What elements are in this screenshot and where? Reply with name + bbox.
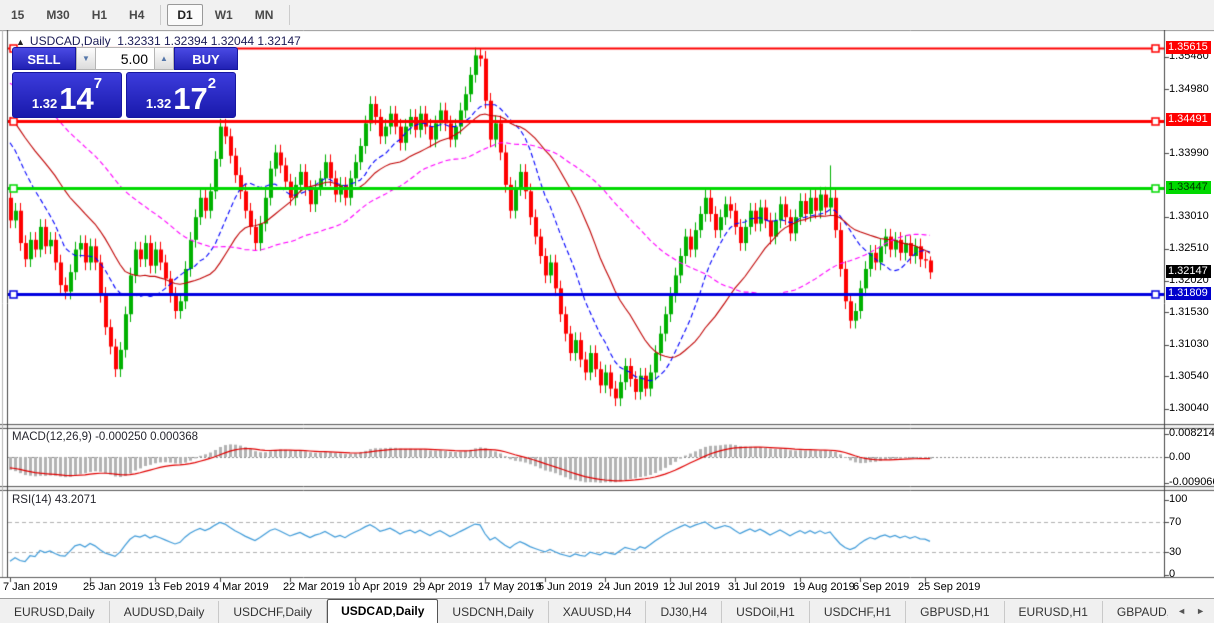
price-tick-label: 1.31530 [1169,306,1209,318]
date-label: 12 Jul 2019 [663,581,720,593]
toolbar-separator [160,5,161,25]
date-label: 17 May 2019 [478,581,542,593]
date-label: 10 Apr 2019 [348,581,407,593]
timeframe-button-mn[interactable]: MN [245,4,284,26]
tab-usdchf-h1[interactable]: USDCHF,H1 [810,601,906,623]
one-click-trade-panel: SELL ▼ ▲ BUY 1.32147 1.32172 [12,47,236,118]
buy-price-pips: 17 [173,84,207,114]
rsi-axis-label: 70 [1169,516,1181,528]
date-label: 5 Jun 2019 [538,581,592,593]
date-label: 31 Jul 2019 [728,581,785,593]
volume-input[interactable] [96,47,154,70]
timeframe-toolbar: 15M30H1H4 D1W1MN [0,0,1214,31]
toolbar-separator [289,5,290,25]
date-label: 6 Sep 2019 [853,581,909,593]
timeframe-button-m30[interactable]: M30 [36,4,79,26]
timeframe-button-h1[interactable]: H1 [82,4,117,26]
price-tick-label: 1.33010 [1169,210,1209,222]
sell-price-prefix: 1.32 [32,94,57,114]
price-tick-label: 1.34980 [1169,83,1209,95]
volume-decrease-button[interactable]: ▼ [76,47,96,70]
buy-price-tile[interactable]: 1.32172 [126,72,236,118]
macd-axis-label: 0.00 [1169,451,1190,463]
chart-symbol-label: USDCAD,Daily [30,34,111,48]
chart-window: ▲ USDCAD,Daily 1.32331 1.32394 1.32044 1.… [0,30,1214,598]
tab-scroll-controls: ◄ ► [1168,599,1214,623]
macd-indicator-label: MACD(12,26,9) -0.000250 0.000368 [12,431,198,443]
timeframe-button-h4[interactable]: H4 [119,4,154,26]
date-label: 7 Jan 2019 [3,581,57,593]
price-tick-label: 1.31030 [1169,338,1209,350]
price-marker-label: 1.33447 [1166,181,1211,194]
tab-usdcnh-daily[interactable]: USDCNH,Daily [438,601,548,623]
buy-price-prefix: 1.32 [146,94,171,114]
date-label: 25 Jan 2019 [83,581,144,593]
price-tick-label: 1.32510 [1169,242,1209,254]
trading-terminal-window: 15M30H1H4 D1W1MN ▲ USDCAD,Daily 1.32331 1.… [0,0,1214,623]
sell-price-pips: 14 [59,84,93,114]
buy-price-point: 2 [208,77,216,91]
price-marker-label: 1.34491 [1166,113,1211,126]
date-label: 25 Sep 2019 [918,581,980,593]
tab-dj30-h4[interactable]: DJ30,H4 [646,601,722,623]
volume-increase-button[interactable]: ▲ [154,47,174,70]
tab-scroll-right-icon[interactable]: ► [1191,603,1210,619]
tab-audusd-daily[interactable]: AUDUSD,Daily [110,601,220,623]
macd-axis-label: 0.008214 [1169,427,1214,439]
date-label: 4 Mar 2019 [213,581,269,593]
tab-eurusd-h1[interactable]: EURUSD,H1 [1005,601,1103,623]
sell-button[interactable]: SELL [12,47,76,70]
price-tick-label: 1.30540 [1169,370,1209,382]
macd-axis-label: -0.009066 [1169,476,1214,488]
price-marker-label: 1.35615 [1166,41,1211,54]
tab-gbpusd-h1[interactable]: GBPUSD,H1 [906,601,1004,623]
price-marker-label: 1.31809 [1166,287,1211,300]
tab-scroll-left-icon[interactable]: ◄ [1172,603,1191,619]
sell-price-tile[interactable]: 1.32147 [12,72,122,118]
date-label: 24 Jun 2019 [598,581,659,593]
price-tick-label: 1.33990 [1169,147,1209,159]
tab-usdchf-daily[interactable]: USDCHF,Daily [219,601,327,623]
tab-eurusd-daily[interactable]: EURUSD,Daily [0,601,110,623]
tab-usdoil-h1[interactable]: USDOil,H1 [722,601,810,623]
buy-button[interactable]: BUY [174,47,238,70]
rsi-indicator-label: RSI(14) 43.2071 [12,494,96,506]
sell-price-point: 7 [94,77,102,91]
price-tick-label: 1.30040 [1169,402,1209,414]
date-label: 29 Apr 2019 [413,581,472,593]
rsi-axis-label: 100 [1169,493,1187,505]
chart-title: ▲ USDCAD,Daily 1.32331 1.32394 1.32044 1.… [16,34,301,48]
chart-ohlc-values: 1.32331 1.32394 1.32044 1.32147 [117,34,301,48]
timeframe-button-w1[interactable]: W1 [205,4,243,26]
date-label: 22 Mar 2019 [283,581,345,593]
date-label: 19 Aug 2019 [793,581,855,593]
rsi-axis-label: 0 [1169,568,1175,580]
arrow-up-icon: ▲ [160,54,168,63]
chart-tab-bar: EURUSD,DailyAUDUSD,DailyUSDCHF,DailyUSDC… [0,598,1214,623]
timeframe-button-d1[interactable]: D1 [167,4,202,26]
rsi-axis-label: 30 [1169,546,1181,558]
timeframe-button-15[interactable]: 15 [1,4,34,26]
price-marker-label: 1.32147 [1166,265,1211,278]
tab-xauusd-h4[interactable]: XAUUSD,H4 [549,601,647,623]
tab-usdcad-daily[interactable]: USDCAD,Daily [327,599,438,623]
date-label: 13 Feb 2019 [148,581,210,593]
arrow-down-icon: ▼ [82,54,90,63]
collapse-arrow-icon[interactable]: ▲ [16,37,25,47]
